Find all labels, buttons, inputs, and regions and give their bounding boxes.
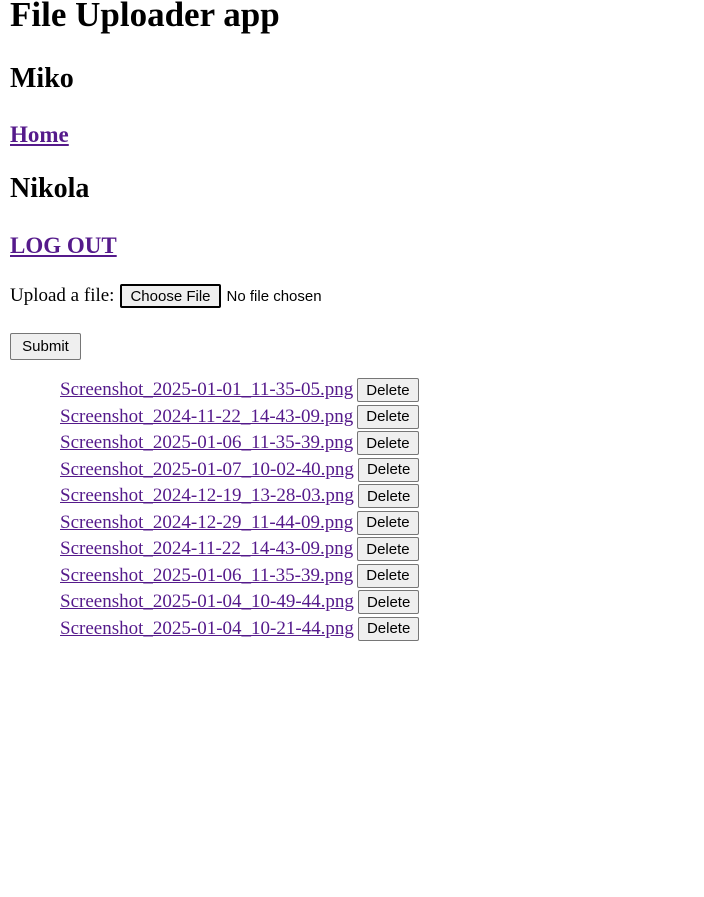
list-item: Screenshot_2024-12-19_13-28-03.png Delet… bbox=[60, 483, 420, 510]
file-link[interactable]: Screenshot_2024-12-29_11-44-09.png bbox=[60, 512, 353, 534]
file-link[interactable]: Screenshot_2025-01-06_11-35-39.png bbox=[60, 432, 353, 454]
file-link[interactable]: Screenshot_2025-01-04_10-21-44.png bbox=[60, 618, 354, 640]
submit-button[interactable]: Submit bbox=[10, 333, 81, 360]
delete-button[interactable]: Delete bbox=[357, 431, 419, 456]
delete-button[interactable]: Delete bbox=[357, 510, 419, 535]
list-item: Screenshot_2024-11-22_14-43-09.png Delet… bbox=[60, 404, 419, 431]
file-link[interactable]: Screenshot_2025-01-01_11-35-05.png bbox=[60, 379, 353, 401]
upload-label: Upload a file: bbox=[10, 285, 115, 306]
logout-link[interactable]: LOG OUT bbox=[10, 232, 117, 260]
choose-file-button[interactable]: Choose File bbox=[120, 284, 221, 308]
delete-button[interactable]: Delete bbox=[357, 484, 420, 509]
file-link[interactable]: Screenshot_2024-12-19_13-28-03.png bbox=[60, 485, 354, 507]
list-item: Screenshot_2025-01-01_11-35-05.png Delet… bbox=[60, 377, 419, 404]
file-list: Screenshot_2025-01-01_11-35-05.png Delet… bbox=[60, 377, 420, 643]
delete-button[interactable]: Delete bbox=[357, 378, 419, 403]
delete-button[interactable]: Delete bbox=[357, 404, 419, 429]
delete-button[interactable]: Delete bbox=[357, 616, 420, 641]
list-item: Screenshot_2025-01-07_10-02-40.png Delet… bbox=[60, 457, 420, 484]
delete-button[interactable]: Delete bbox=[357, 590, 420, 615]
list-item: Screenshot_2025-01-06_11-35-39.png Delet… bbox=[60, 430, 419, 457]
user-name-miko: Miko bbox=[10, 63, 74, 94]
home-link[interactable]: Home bbox=[10, 121, 69, 149]
list-item: Screenshot_2024-11-22_14-43-09.png Delet… bbox=[60, 536, 419, 563]
user-name-nikola: Nikola bbox=[10, 173, 90, 204]
delete-button[interactable]: Delete bbox=[357, 563, 419, 588]
delete-button[interactable]: Delete bbox=[357, 457, 420, 482]
list-item: Screenshot_2025-01-04_10-49-44.png Delet… bbox=[60, 589, 420, 616]
file-status-text: No file chosen bbox=[226, 287, 322, 305]
list-item: Screenshot_2025-01-04_10-21-44.png Delet… bbox=[60, 616, 420, 643]
delete-button[interactable]: Delete bbox=[357, 537, 419, 562]
page-title: File Uploader app bbox=[10, 0, 280, 34]
file-link[interactable]: Screenshot_2024-11-22_14-43-09.png bbox=[60, 538, 353, 560]
file-link[interactable]: Screenshot_2024-11-22_14-43-09.png bbox=[60, 406, 353, 428]
file-link[interactable]: Screenshot_2025-01-06_11-35-39.png bbox=[60, 565, 353, 587]
file-link[interactable]: Screenshot_2025-01-07_10-02-40.png bbox=[60, 459, 354, 481]
list-item: Screenshot_2025-01-06_11-35-39.png Delet… bbox=[60, 563, 419, 590]
upload-form: Upload a file: Choose File No file chose… bbox=[10, 284, 322, 308]
file-link[interactable]: Screenshot_2025-01-04_10-49-44.png bbox=[60, 591, 354, 613]
list-item: Screenshot_2024-12-29_11-44-09.png Delet… bbox=[60, 510, 419, 537]
